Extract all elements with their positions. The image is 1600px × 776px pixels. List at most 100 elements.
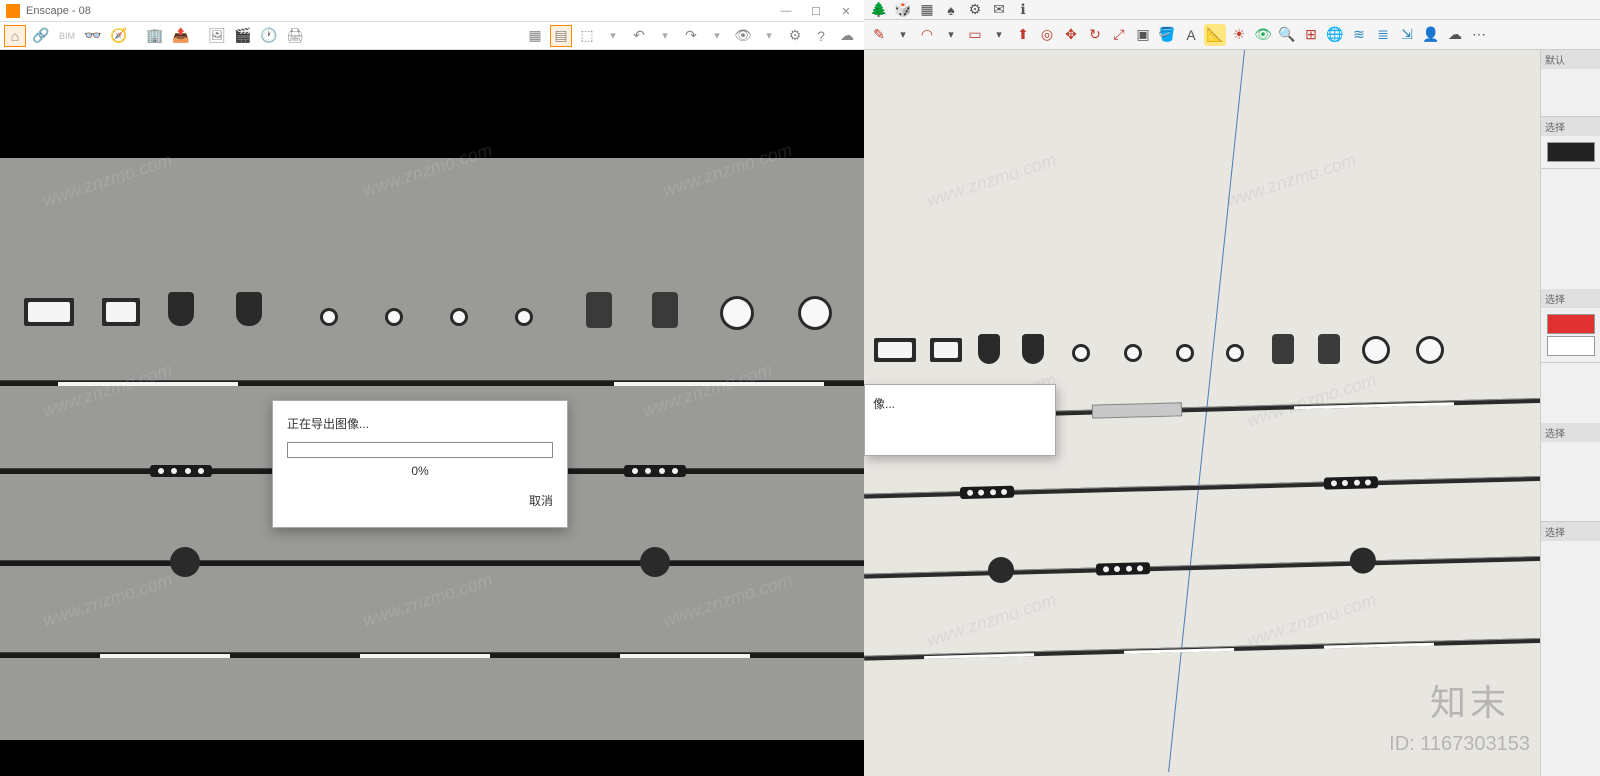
zoom-icon[interactable]: 🔍	[1276, 24, 1298, 46]
su-spot	[988, 557, 1015, 584]
scene-icon[interactable]: 🖼	[206, 25, 228, 47]
enscape-title: Enscape - 08	[26, 5, 91, 17]
export-icon[interactable]: 📤	[170, 25, 192, 47]
help-icon[interactable]: ?	[810, 25, 832, 47]
spade-icon[interactable]: ♠	[940, 0, 962, 21]
brand-logo: 知末	[1430, 674, 1510, 726]
su-track	[864, 474, 1600, 498]
su-fixture	[1072, 344, 1090, 362]
tray-select-label[interactable]: 选择	[1541, 117, 1600, 136]
track-light-segment	[58, 382, 238, 386]
enscape-toolbar: ⌂ 🔗 BIM 👓 🧭 🏢 📤 🖼 🎬 🕐 🖨 ▦ ▤ ⬚ ▾ ↶ ▾ ↷ ▾ …	[0, 22, 864, 50]
mail-icon[interactable]: ✉	[988, 0, 1010, 21]
view-icon[interactable]: 👁	[732, 25, 754, 47]
watermark: www.znzmo.com	[924, 150, 1059, 212]
su-fixture	[1272, 334, 1294, 364]
eye-icon[interactable]: 👁	[1252, 24, 1274, 46]
track-light-segment	[614, 382, 824, 386]
sketchup-viewport[interactable]: 像... www.znzmo.com www.znzmo.com www.znz…	[864, 50, 1600, 776]
dropdown-icon[interactable]: ▾	[940, 24, 962, 46]
globe-icon[interactable]: 🌐	[1324, 24, 1346, 46]
extend-icon[interactable]: ⇲	[1396, 24, 1418, 46]
track-light-segment	[620, 654, 750, 658]
su-fixture	[1416, 336, 1444, 364]
binoculars-icon[interactable]: 👓	[82, 25, 104, 47]
color-swatch-white[interactable]	[1547, 336, 1595, 356]
fixture-round	[515, 308, 533, 326]
sun-icon[interactable]: ☀	[1228, 24, 1250, 46]
dropdown-icon[interactable]: ▾	[602, 25, 624, 47]
maximize-button[interactable]: ☐	[802, 2, 830, 20]
rotate-icon[interactable]: ↻	[1084, 24, 1106, 46]
tray-select-label[interactable]: 选择	[1541, 522, 1600, 541]
tree-icon[interactable]: 🌲	[868, 0, 890, 21]
tray-select-label[interactable]: 选择	[1541, 423, 1600, 442]
compass-icon[interactable]: 🧭	[108, 25, 130, 47]
cloud-icon[interactable]: ☁	[1444, 24, 1466, 46]
checker-icon[interactable]: ▦	[916, 0, 938, 21]
home-icon[interactable]: ⌂	[4, 25, 26, 47]
track-rail	[0, 560, 864, 566]
enscape-app-icon	[6, 4, 20, 18]
undo-icon[interactable]: ↶	[628, 25, 650, 47]
paint-icon[interactable]: 🪣	[1156, 24, 1178, 46]
enscape-viewport[interactable]: 正在导出图像... 0% 取消 www.znzmo.com www.znzmo.…	[0, 50, 864, 776]
enscape-title-bar[interactable]: Enscape - 08 — ☐ ✕	[0, 0, 864, 22]
move-icon[interactable]: ✥	[1060, 24, 1082, 46]
push-icon[interactable]: ⬆	[1012, 24, 1034, 46]
dropdown-icon[interactable]: ▾	[988, 24, 1010, 46]
fixture-round	[320, 308, 338, 326]
clock-icon[interactable]: 🕐	[258, 25, 280, 47]
info-icon[interactable]: ℹ	[1012, 0, 1034, 21]
dropdown-icon[interactable]: ▾	[654, 25, 676, 47]
export-label-partial: 像...	[873, 395, 1047, 412]
cloud-icon[interactable]: ☁	[836, 25, 858, 47]
video-icon[interactable]: 🎬	[232, 25, 254, 47]
layers-icon[interactable]: ≋	[1348, 24, 1370, 46]
offset-icon[interactable]: ◎	[1036, 24, 1058, 46]
su-track	[864, 554, 1600, 578]
image-export-icon[interactable]: 🖨	[284, 25, 306, 47]
tray-select-label[interactable]: 选择	[1541, 289, 1600, 308]
dropdown-icon[interactable]: ▾	[706, 25, 728, 47]
cube-icon[interactable]: ⬚	[576, 25, 598, 47]
layers-icon[interactable]: ▤	[550, 25, 572, 47]
dim-icon[interactable]: 📐	[1204, 24, 1226, 46]
color-swatch-red[interactable]	[1547, 314, 1595, 334]
pencil-icon[interactable]: ✎	[868, 24, 890, 46]
dropdown-icon[interactable]: ▾	[892, 24, 914, 46]
buildings-icon[interactable]: 🏢	[144, 25, 166, 47]
sketchup-tray: 默认 选择 选择 选择 选择	[1540, 50, 1600, 776]
color-swatch-black[interactable]	[1547, 142, 1595, 162]
stack-icon[interactable]: ≣	[1372, 24, 1394, 46]
tray-default-label[interactable]: 默认	[1541, 50, 1600, 69]
su-fixture	[1318, 334, 1340, 364]
minimize-button[interactable]: —	[772, 2, 800, 20]
section-icon[interactable]: ⊞	[1300, 24, 1322, 46]
arc-icon[interactable]: ◠	[916, 24, 938, 46]
help-icon[interactable]: ⋯	[1468, 24, 1490, 46]
fixture-cylinder	[652, 292, 678, 328]
track-spotlight	[170, 547, 200, 577]
scale-icon[interactable]: ⤢	[1108, 24, 1130, 46]
die-icon[interactable]: 🎲	[892, 0, 914, 21]
shape-icon[interactable]: ▭	[964, 24, 986, 46]
fixture-cylinder	[586, 292, 612, 328]
text-icon[interactable]: A	[1180, 24, 1202, 46]
close-button[interactable]: ✕	[832, 2, 860, 20]
tray-section[interactable]	[1541, 69, 1600, 117]
link-icon[interactable]: 🔗	[30, 25, 52, 47]
settings-icon[interactable]: ⚙	[784, 25, 806, 47]
redo-icon[interactable]: ↷	[680, 25, 702, 47]
su-spot	[1350, 547, 1377, 574]
window-icon[interactable]: ▣	[1132, 24, 1154, 46]
gear-icon[interactable]: ⚙	[964, 0, 986, 21]
tray-section[interactable]	[1541, 442, 1600, 522]
grid-icon[interactable]: ▦	[524, 25, 546, 47]
bim-icon[interactable]: BIM	[56, 25, 78, 47]
su-segment	[1324, 643, 1434, 649]
dropdown-icon[interactable]: ▾	[758, 25, 780, 47]
cancel-button[interactable]: 取消	[287, 488, 553, 513]
user-icon[interactable]: 👤	[1420, 24, 1442, 46]
fixture-spot	[168, 292, 194, 326]
